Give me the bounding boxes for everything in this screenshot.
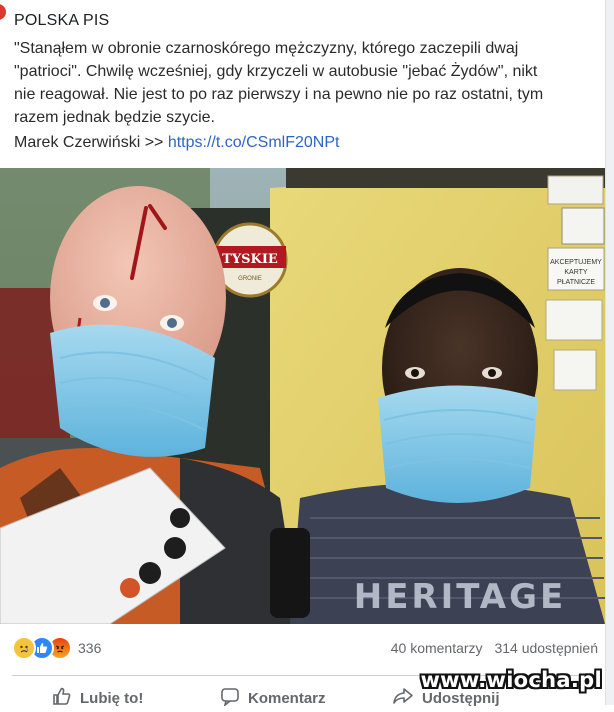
post-text-line: "Stanąłem w obronie czarnoskórego mężczy… <box>14 40 519 57</box>
like-label: Lubię to! <box>80 689 144 707</box>
svg-text:GRONIE: GRONIE <box>238 276 262 282</box>
reaction-count[interactable]: 336 <box>78 640 101 656</box>
svg-text:KARTY: KARTY <box>564 269 588 276</box>
comment-icon <box>220 686 240 710</box>
thumbs-up-icon <box>52 686 72 710</box>
reaction-summary[interactable]: 336 <box>12 636 101 660</box>
comment-button[interactable]: Komentarz <box>220 686 326 710</box>
like-button[interactable]: Lubię to! <box>52 686 143 710</box>
shirt-text: HERITAGE <box>354 577 567 617</box>
svg-text:AKCEPTUJEMY: AKCEPTUJEMY <box>550 259 602 266</box>
page-name[interactable]: POLSKA PIS <box>14 12 109 30</box>
source-author: Marek Czerwiński >> <box>14 134 168 151</box>
beer-sign-text: TYSKIE <box>222 252 278 267</box>
source-line: Marek Czerwiński >> https://t.co/CSmlF20… <box>14 134 339 152</box>
source-link[interactable]: https://t.co/CSmlF20NPt <box>168 134 340 151</box>
comment-label: Komentarz <box>248 689 326 707</box>
share-label: Udostępnij <box>422 689 500 707</box>
scrollbar[interactable] <box>605 0 614 705</box>
page-avatar[interactable] <box>0 4 6 20</box>
post-text-line: razem jednak będzie szycie. <box>14 109 215 126</box>
post-photo[interactable]: AKCEPTUJEMY KARTY PŁATNICZE TYSKIE GRONI… <box>0 168 605 624</box>
engagement-stats: 40 komentarzy 314 udostępnień <box>391 640 598 656</box>
post-text-line: nie reagował. Nie jest to po raz pierwsz… <box>14 86 544 103</box>
comments-count[interactable]: 40 komentarzy <box>391 640 483 656</box>
sad-reaction-icon <box>12 636 36 660</box>
shares-count[interactable]: 314 udostępnień <box>494 640 598 656</box>
share-arrow-icon <box>392 686 414 710</box>
post-text: "Stanąłem w obronie czarnoskórego mężczy… <box>14 37 604 129</box>
site-watermark: www.wiocha.pl <box>420 668 602 692</box>
post-text-line: "patrioci". Chwilę wcześniej, gdy krzycz… <box>14 63 538 80</box>
svg-text:PŁATNICZE: PŁATNICZE <box>557 279 595 286</box>
